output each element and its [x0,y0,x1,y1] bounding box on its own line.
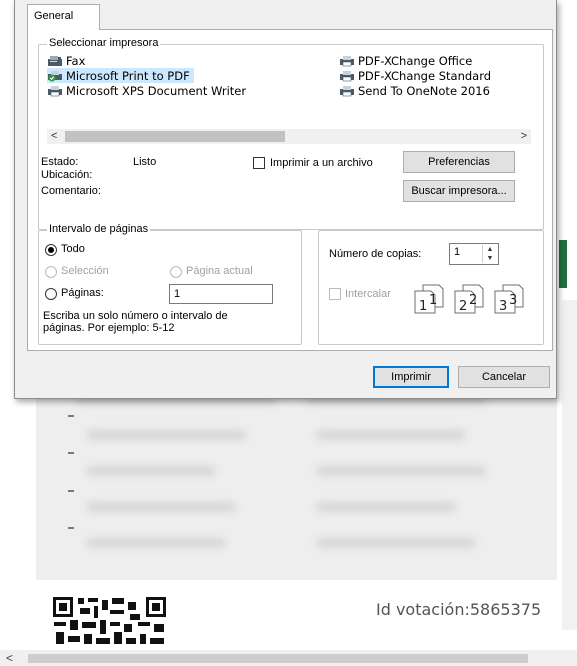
blurred-line [316,502,456,512]
collate-label: Intercalar [345,288,391,300]
printer-label: PDF-XChange Standard [358,68,492,83]
spin-up-down-icon[interactable]: ▲ ▼ [482,245,497,263]
select-printer-group: Seleccionar impresora Fax Microsoft Prin… [38,37,544,230]
collate-pages-icon: 11 22 33 [409,281,539,320]
printer-item-pdf-xchange-office[interactable]: PDF-XChange Office [339,53,476,68]
list-dash [68,490,74,492]
copies-label: Número de copias: [329,248,422,260]
current-page-label: Página actual [186,265,253,277]
pages-label: Páginas: [61,287,104,299]
printer-item-send-to-onenote-2016[interactable]: Send To OneNote 2016 [339,83,494,98]
scroll-right-arrow-icon[interactable]: > [521,129,527,144]
printer-list-scrollbar[interactable]: < > [47,129,531,144]
location-label: Ubicación: [41,169,93,181]
blurred-line [86,538,226,548]
printer-icon [339,85,355,97]
status-value: Listo [133,156,157,168]
printer-label: Fax [66,53,86,68]
selection-label: Selección [61,265,109,277]
copies-group: Número de copias: 1 ▲▼ Intercalar 11 22 [318,230,544,345]
printer-icon [339,55,355,67]
printer-item-microsoft-xps-document-writer[interactable]: Microsoft XPS Document Writer [47,83,250,98]
svg-text:3: 3 [509,293,517,308]
scroll-left-arrow-icon[interactable]: < [51,129,57,144]
preferences-button[interactable]: Preferencias [403,151,515,173]
tab-general[interactable]: General [27,4,100,30]
all-pages-radio[interactable] [45,244,57,256]
print-to-file-checkbox[interactable] [253,157,265,169]
pages-input[interactable]: 1 [169,284,273,304]
cancel-button[interactable]: Cancelar [458,366,550,388]
printer-icon [339,70,355,82]
printer-label: Microsoft Print to PDF [66,68,190,83]
qr-code-image [52,596,168,648]
pages-radio[interactable] [45,288,57,300]
scroll-thumb[interactable] [65,131,285,142]
blurred-line [316,430,466,440]
scroll-left-arrow-icon[interactable]: < [6,650,13,666]
fax-icon [47,55,63,67]
page-horizontal-scrollbar[interactable]: < [0,650,577,666]
current-page-radio[interactable] [170,266,182,278]
printer-item-pdf-xchange-standard[interactable]: PDF-XChange Standard [339,68,495,83]
list-dash [68,527,74,529]
svg-text:2: 2 [469,293,477,308]
page-range-hint: Escriba un solo número o intervalo de pá… [43,310,228,334]
blurred-content-card [36,388,557,580]
comment-label: Comentario: [41,185,101,197]
printer-item-microsoft-print-to-pdf[interactable]: Microsoft Print to PDF [47,68,194,83]
printer-label: Send To OneNote 2016 [358,83,490,98]
list-dash [68,415,74,417]
status-label: Estado: [41,156,79,168]
print-to-file-label: Imprimir a un archivo [270,157,373,169]
scroll-thumb[interactable] [28,654,528,663]
printer-item-fax[interactable]: Fax [47,53,89,68]
general-tab-panel: Seleccionar impresora Fax Microsoft Prin… [27,29,553,351]
printer-icon [47,85,63,97]
blurred-line [316,538,476,548]
find-printer-button[interactable]: Buscar impresora... [403,180,515,202]
select-printer-legend: Seleccionar impresora [47,37,161,49]
all-pages-label: Todo [61,243,85,255]
vote-id-text: Id votación:5865375 [376,600,542,619]
blurred-line [86,430,246,440]
green-accent-bar [559,240,567,288]
svg-text:2: 2 [459,299,467,314]
svg-text:1: 1 [429,293,437,308]
page-range-legend: Intervalo de páginas [47,223,151,235]
print-dialog: General Seleccionar impresora Fax Micros… [14,0,557,399]
print-button[interactable]: Imprimir [373,366,449,388]
printer-label: PDF-XChange Office [358,53,473,68]
svg-text:1: 1 [419,299,427,314]
blurred-line [316,466,486,476]
right-scroll-strip [562,300,577,630]
page-range-group: Intervalo de páginas Todo Selección Pági… [38,223,302,345]
blurred-line [86,466,216,476]
selection-radio[interactable] [45,266,57,278]
blurred-line [86,502,236,512]
collate-checkbox[interactable] [329,288,341,300]
list-dash [68,452,74,454]
printer-default-icon [47,70,63,82]
copies-spinner[interactable]: 1 ▲ ▼ [449,243,499,265]
svg-text:3: 3 [499,299,507,314]
printer-label: Microsoft XPS Document Writer [66,83,247,98]
copies-value: 1 [454,246,461,258]
